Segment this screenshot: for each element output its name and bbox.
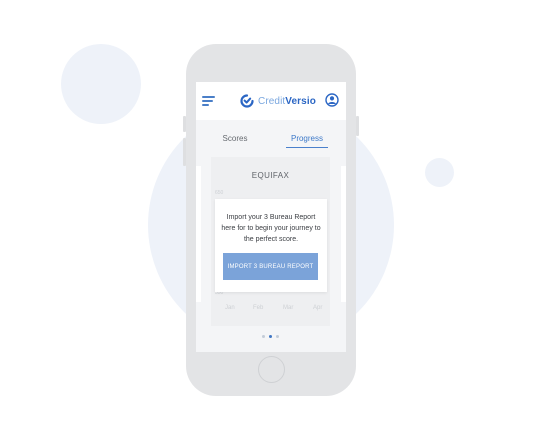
y-axis-label: 650 xyxy=(215,190,224,196)
user-profile-icon[interactable] xyxy=(325,93,339,107)
card-title: EQUIFAX xyxy=(251,171,290,180)
phone-home-button[interactable] xyxy=(258,356,285,383)
tab-progress[interactable]: Progress xyxy=(286,132,328,148)
brand-logo: CreditVersio xyxy=(240,93,316,109)
tab-scores[interactable]: Scores xyxy=(220,132,250,148)
adjacent-card-right xyxy=(341,166,346,302)
phone-screen: CreditVersio Scores Progress EQUIFAX 650… xyxy=(196,82,346,352)
x-axis-label: Jan xyxy=(225,305,235,311)
hamburger-menu-icon[interactable] xyxy=(202,96,215,106)
x-axis-label: Feb xyxy=(253,305,264,311)
illustration-stage: CreditVersio Scores Progress EQUIFAX 650… xyxy=(0,0,540,436)
pagination-dot[interactable] xyxy=(276,335,279,338)
adjacent-card-left xyxy=(196,166,201,302)
app-header: CreditVersio xyxy=(196,82,346,120)
x-axis-label: Apr xyxy=(313,305,323,311)
pagination-dots xyxy=(260,334,282,340)
phone-side-button xyxy=(356,116,359,136)
background-circle-small xyxy=(425,158,454,187)
x-axis-label: Mar xyxy=(283,305,294,311)
pagination-dot-active[interactable] xyxy=(269,335,272,338)
background-circle-left xyxy=(61,44,141,124)
brand-name: CreditVersio xyxy=(258,95,316,107)
pagination-dot[interactable] xyxy=(262,335,265,338)
import-report-button[interactable]: IMPORT 3 BUREAU REPORT xyxy=(223,253,318,280)
creditversio-logo-icon xyxy=(240,94,254,108)
import-report-modal: Import your 3 Bureau Report here for to … xyxy=(215,199,327,292)
import-message: Import your 3 Bureau Report here for to … xyxy=(221,214,321,243)
x-axis-labels: Jan Feb Mar Apr xyxy=(211,305,330,315)
tab-bar: Scores Progress xyxy=(196,132,346,150)
